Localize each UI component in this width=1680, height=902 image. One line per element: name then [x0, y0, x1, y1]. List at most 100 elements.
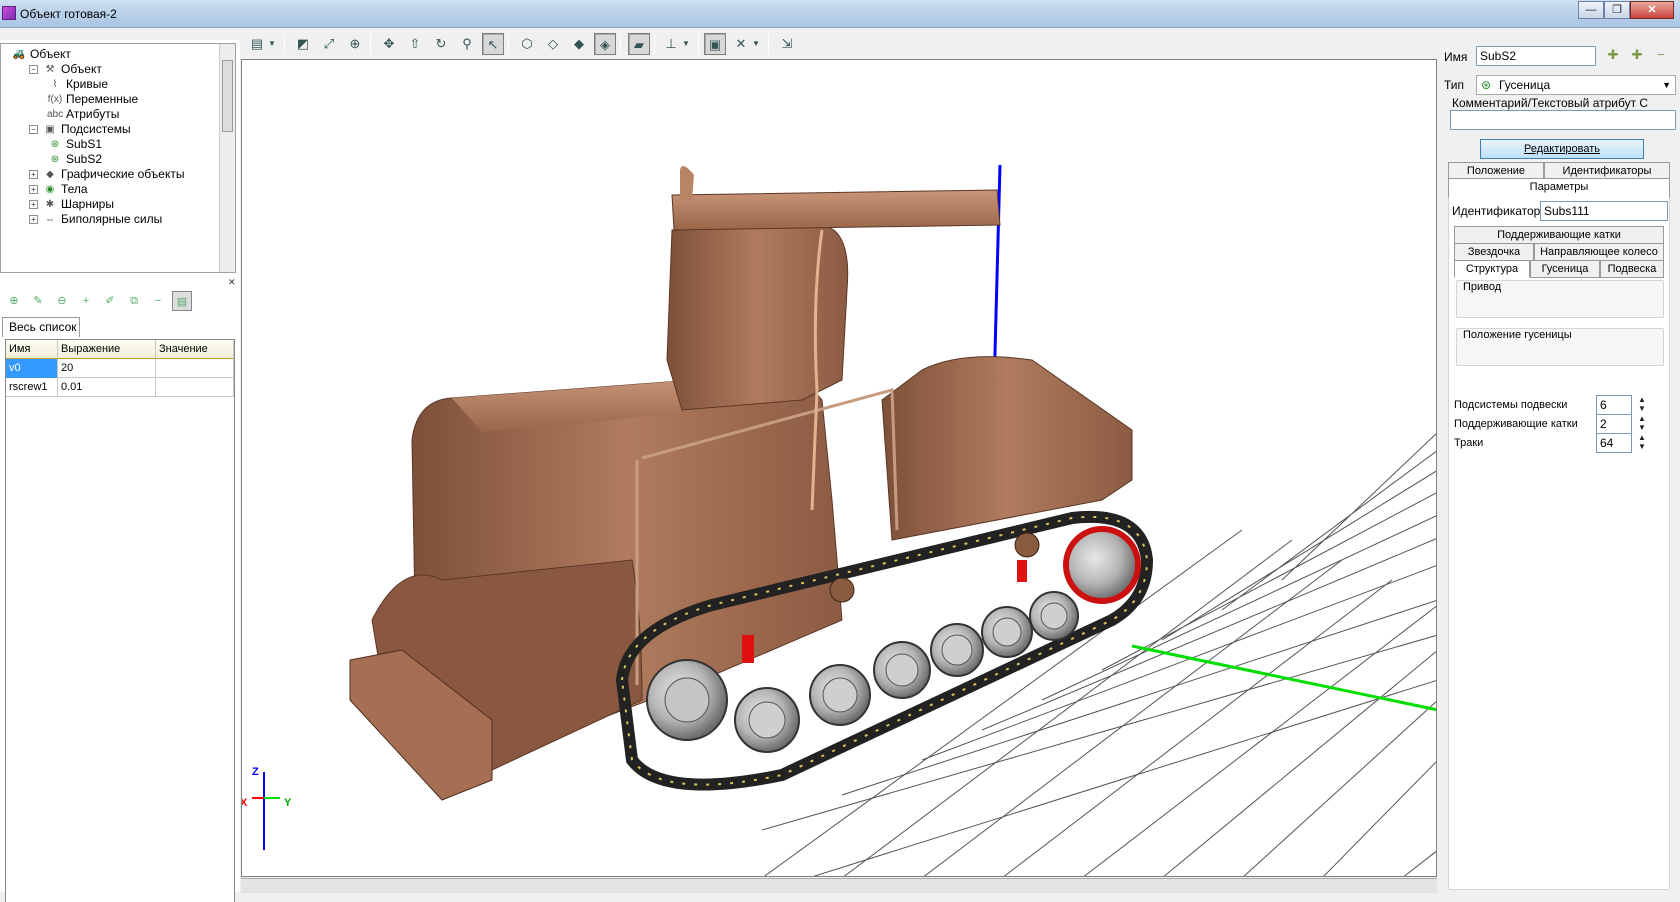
column-header[interactable]: Значение — [156, 340, 234, 359]
add-subsystem-icon[interactable]: ✚ — [1602, 44, 1624, 66]
tab-idler-wheel[interactable]: Направляющее колесо — [1534, 243, 1664, 261]
cell-expression[interactable]: 0.01 — [58, 378, 156, 397]
table-row[interactable]: rscrew1 0.01 — [6, 378, 234, 397]
column-header[interactable]: Выражение — [58, 340, 156, 359]
tree-scrollbar[interactable] — [219, 44, 235, 272]
restore-button[interactable]: ❐ — [1604, 1, 1630, 19]
3d-viewport[interactable]: Z X Y — [241, 59, 1437, 877]
column-header[interactable]: Имя — [6, 340, 58, 359]
track-icon: ⊛ — [50, 138, 60, 150]
tab-suspension[interactable]: Подвеска — [1600, 260, 1664, 278]
close-icon[interactable]: ✕ — [228, 278, 237, 287]
title-bar: Объект готовая-2 — ❐ ✕ — [0, 0, 1680, 28]
tab-sprocket[interactable]: Звездочка — [1454, 243, 1534, 261]
cell-name[interactable]: v0 — [6, 359, 58, 378]
zoom-fit-icon[interactable]: ⤢ — [318, 33, 340, 55]
shaded-edges-icon[interactable]: ◈ — [594, 33, 616, 55]
spin-icon[interactable]: ▲ ▼ — [1634, 395, 1650, 415]
function-icon: f(x) — [47, 93, 63, 105]
add-variable-icon[interactable]: ⊕ — [4, 291, 24, 311]
tree-item[interactable]: + ✱ Шарниры — [29, 196, 114, 212]
remove-child-icon[interactable]: − — [148, 291, 168, 311]
body-icon: ◉ — [45, 183, 55, 195]
y-axis-line — [1131, 644, 1436, 712]
edit-button[interactable]: Редактировать — [1480, 139, 1644, 159]
variables-table: Имя Выражение Значение v0 20 rscrew1 0.0… — [5, 339, 235, 902]
edit-child-icon[interactable]: ✐ — [100, 291, 120, 311]
remove-subsystem-icon[interactable]: − — [1650, 44, 1672, 66]
cell-value[interactable] — [156, 359, 234, 378]
zoom-all-icon[interactable]: ⊕ — [344, 33, 366, 55]
tree-item[interactable]: + ◉ Тела — [29, 181, 88, 197]
tree-item-label: SubS1 — [66, 137, 103, 151]
tree-item[interactable]: 🚜 Объект — [11, 46, 71, 62]
collapse-icon[interactable]: − — [29, 125, 38, 135]
tree-item[interactable]: − ⚒ Объект — [29, 61, 102, 77]
cell-name[interactable]: rscrew1 — [6, 378, 58, 397]
expand-icon[interactable]: + — [29, 170, 38, 180]
properties-panel: Имя SubS2 ✚ ✚ − Тип ⊛ Гусеница ▼ Коммент… — [1440, 40, 1680, 890]
tree-item[interactable]: ⊛ SubS1 — [47, 136, 102, 152]
tree-item[interactable]: f(x) Переменные — [47, 91, 138, 107]
cell-expression[interactable]: 20 — [58, 359, 156, 378]
tree-item[interactable]: ⌇ Кривые — [47, 76, 109, 92]
add-child-icon[interactable]: + — [76, 291, 96, 311]
edit-variable-icon[interactable]: ✎ — [28, 291, 48, 311]
coordinates-icon[interactable]: ⇲ — [776, 33, 798, 55]
tab-parameters[interactable]: Параметры — [1448, 178, 1670, 198]
pointer-icon[interactable]: ↖ — [482, 33, 504, 55]
tracks-count-field[interactable]: 64 — [1596, 433, 1632, 453]
chevron-down-icon[interactable]: ▼ — [680, 33, 692, 55]
comment-label: Комментарий/Текстовый атрибут С — [1452, 96, 1649, 110]
close-icon[interactable] — [1668, 2, 1677, 11]
tab-support-rollers[interactable]: Поддерживающие катки — [1454, 226, 1664, 244]
delete-variable-icon[interactable]: ⊖ — [52, 291, 72, 311]
select-object-icon[interactable]: ◩ — [292, 33, 314, 55]
wireframe-icon[interactable]: ⬡ — [516, 33, 538, 55]
spin-icon[interactable]: ▲ ▼ — [1634, 414, 1650, 434]
expand-icon[interactable]: + — [29, 215, 38, 225]
identifier-field[interactable]: Subs111 — [1540, 201, 1668, 221]
collapse-icon[interactable]: − — [29, 65, 38, 75]
tab-track[interactable]: Гусеница — [1530, 260, 1600, 278]
table-row[interactable]: v0 20 — [6, 359, 234, 378]
axes-icon[interactable]: ⊥ — [660, 33, 682, 55]
minimize-button[interactable]: — — [1578, 1, 1604, 19]
shaded-icon[interactable]: ◆ — [568, 33, 590, 55]
type-select[interactable]: ⊛ Гусеница ▼ — [1476, 75, 1676, 95]
variables-toolbar: ⊕ ✎ ⊖ + ✐ ⧉ − ▤ — [0, 289, 236, 313]
pan-icon[interactable]: ✥ — [378, 33, 400, 55]
expand-icon[interactable]: + — [29, 200, 38, 210]
copy-icon[interactable]: ⧉ — [124, 291, 144, 311]
spin-icon[interactable]: ▲ ▼ — [1634, 433, 1650, 453]
object-tree[interactable]: 🚜 Объект − ⚒ Объект ⌇ Кривые f(x) Переменные abc А… — [0, 43, 236, 273]
add-subsystems-icon[interactable]: ✚ — [1626, 44, 1648, 66]
idler-wheel — [1063, 526, 1141, 604]
expand-icon[interactable]: + — [29, 185, 38, 195]
hidden-lines-icon[interactable]: ◇ — [542, 33, 564, 55]
new-document-icon[interactable]: ▤ — [246, 33, 268, 55]
comment-field[interactable] — [1450, 110, 1676, 130]
tab-full-list[interactable]: Весь список — [2, 317, 80, 337]
subsystem-view-icon[interactable]: ▣ — [704, 33, 726, 55]
name-field[interactable]: SubS2 — [1476, 46, 1596, 66]
tree-item[interactable]: + ◆ Графические объекты — [29, 166, 184, 182]
zoom-icon[interactable]: ⚲ — [456, 33, 478, 55]
suspension-count-field[interactable]: 6 — [1596, 395, 1632, 415]
tree-item[interactable]: − ▣ Подсистемы — [29, 121, 131, 137]
move-up-icon[interactable]: ⇧ — [404, 33, 426, 55]
support-rollers-field[interactable]: 2 — [1596, 414, 1632, 434]
cross-section-icon[interactable]: ✕ — [730, 33, 752, 55]
rotate-icon[interactable]: ↻ — [430, 33, 452, 55]
chevron-down-icon[interactable]: ▼ — [266, 33, 278, 55]
tab-structure[interactable]: Структура — [1454, 260, 1530, 278]
chevron-down-icon[interactable]: ▼ — [750, 33, 762, 55]
tree-item[interactable]: abc Атрибуты — [47, 106, 119, 122]
paste-icon[interactable]: ▤ — [172, 291, 192, 311]
tree-item[interactable]: ⊛ SubS2 — [47, 151, 102, 167]
scroll-thumb[interactable] — [222, 60, 233, 132]
ground-plane-icon[interactable]: ▰ — [628, 33, 650, 55]
tree-item[interactable]: + ⇔ Биполярные силы — [29, 211, 162, 227]
drive-group-label: Привод — [1463, 281, 1502, 293]
cell-value[interactable] — [156, 378, 234, 397]
